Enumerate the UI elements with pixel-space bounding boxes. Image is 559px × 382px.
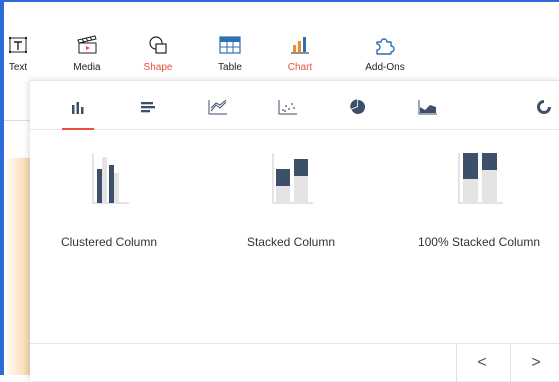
slide-preview-peek	[4, 158, 30, 375]
chart-picker-panel: Clustered Column Stacked Column 100% Sta…	[30, 80, 559, 382]
area-chart-icon	[418, 99, 438, 120]
tab-donut[interactable]	[520, 89, 559, 129]
table-icon	[202, 34, 258, 56]
table-button-label: Table	[218, 62, 242, 73]
chart-option-label: Stacked Column	[246, 235, 336, 249]
panel-footer: < >	[30, 343, 559, 382]
tab-scatter[interactable]	[264, 89, 312, 129]
next-page-button[interactable]: >	[516, 345, 556, 381]
add-ons-button-label: Add-Ons	[365, 62, 405, 73]
bar-chart-icon	[140, 100, 156, 119]
chevron-right-icon: >	[531, 354, 541, 371]
stacked-100-column-icon	[394, 151, 559, 205]
clustered-column-icon	[34, 151, 184, 205]
text-button-label: Text	[8, 62, 28, 73]
stacked-column-icon	[216, 151, 366, 205]
line-chart-icon	[208, 99, 228, 120]
chart-option-label: 100% Stacked Column	[417, 235, 541, 249]
insert-ribbon: Text Media Shape Table Chart Add-Ons	[0, 0, 559, 82]
clapperboard-icon	[59, 34, 115, 56]
text-button[interactable]: Text	[0, 26, 46, 76]
chevron-left-icon: <	[477, 354, 487, 371]
media-button-label: Media	[73, 62, 101, 73]
chart-type-list: Clustered Column Stacked Column 100% Sta…	[30, 129, 559, 339]
chart-option-stacked-column[interactable]: Stacked Column	[216, 151, 366, 251]
slide-area-divider	[4, 120, 30, 121]
chart-option-label: Clustered Column	[60, 235, 158, 249]
text-box-icon	[0, 34, 46, 56]
tab-line[interactable]	[194, 89, 242, 129]
chart-type-tabs	[30, 81, 559, 130]
chart-option-100-stacked-column[interactable]: 100% Stacked Column	[394, 151, 559, 251]
tab-pie[interactable]	[334, 89, 382, 129]
footer-divider	[456, 344, 457, 382]
chart-button-label: Chart	[287, 62, 313, 73]
bar-chart-icon	[269, 34, 331, 56]
table-button[interactable]: Table	[202, 26, 258, 76]
add-ons-button[interactable]: Add-Ons	[355, 26, 415, 76]
scatter-chart-icon	[278, 99, 298, 120]
puzzle-icon	[355, 34, 415, 56]
chart-option-clustered-column[interactable]: Clustered Column	[34, 151, 184, 251]
footer-divider	[510, 344, 511, 382]
shape-icon	[130, 34, 186, 56]
donut-chart-icon	[536, 99, 552, 120]
shape-button-label: Shape	[143, 62, 173, 73]
previous-page-button[interactable]: <	[462, 345, 502, 381]
shape-button[interactable]: Shape	[130, 26, 186, 76]
tab-column[interactable]	[54, 89, 102, 130]
tab-area[interactable]	[404, 89, 452, 129]
pie-chart-icon	[350, 98, 366, 120]
column-chart-icon	[70, 100, 86, 119]
tab-bar[interactable]	[124, 89, 172, 129]
media-button[interactable]: Media	[59, 26, 115, 76]
chart-button[interactable]: Chart	[269, 26, 331, 76]
